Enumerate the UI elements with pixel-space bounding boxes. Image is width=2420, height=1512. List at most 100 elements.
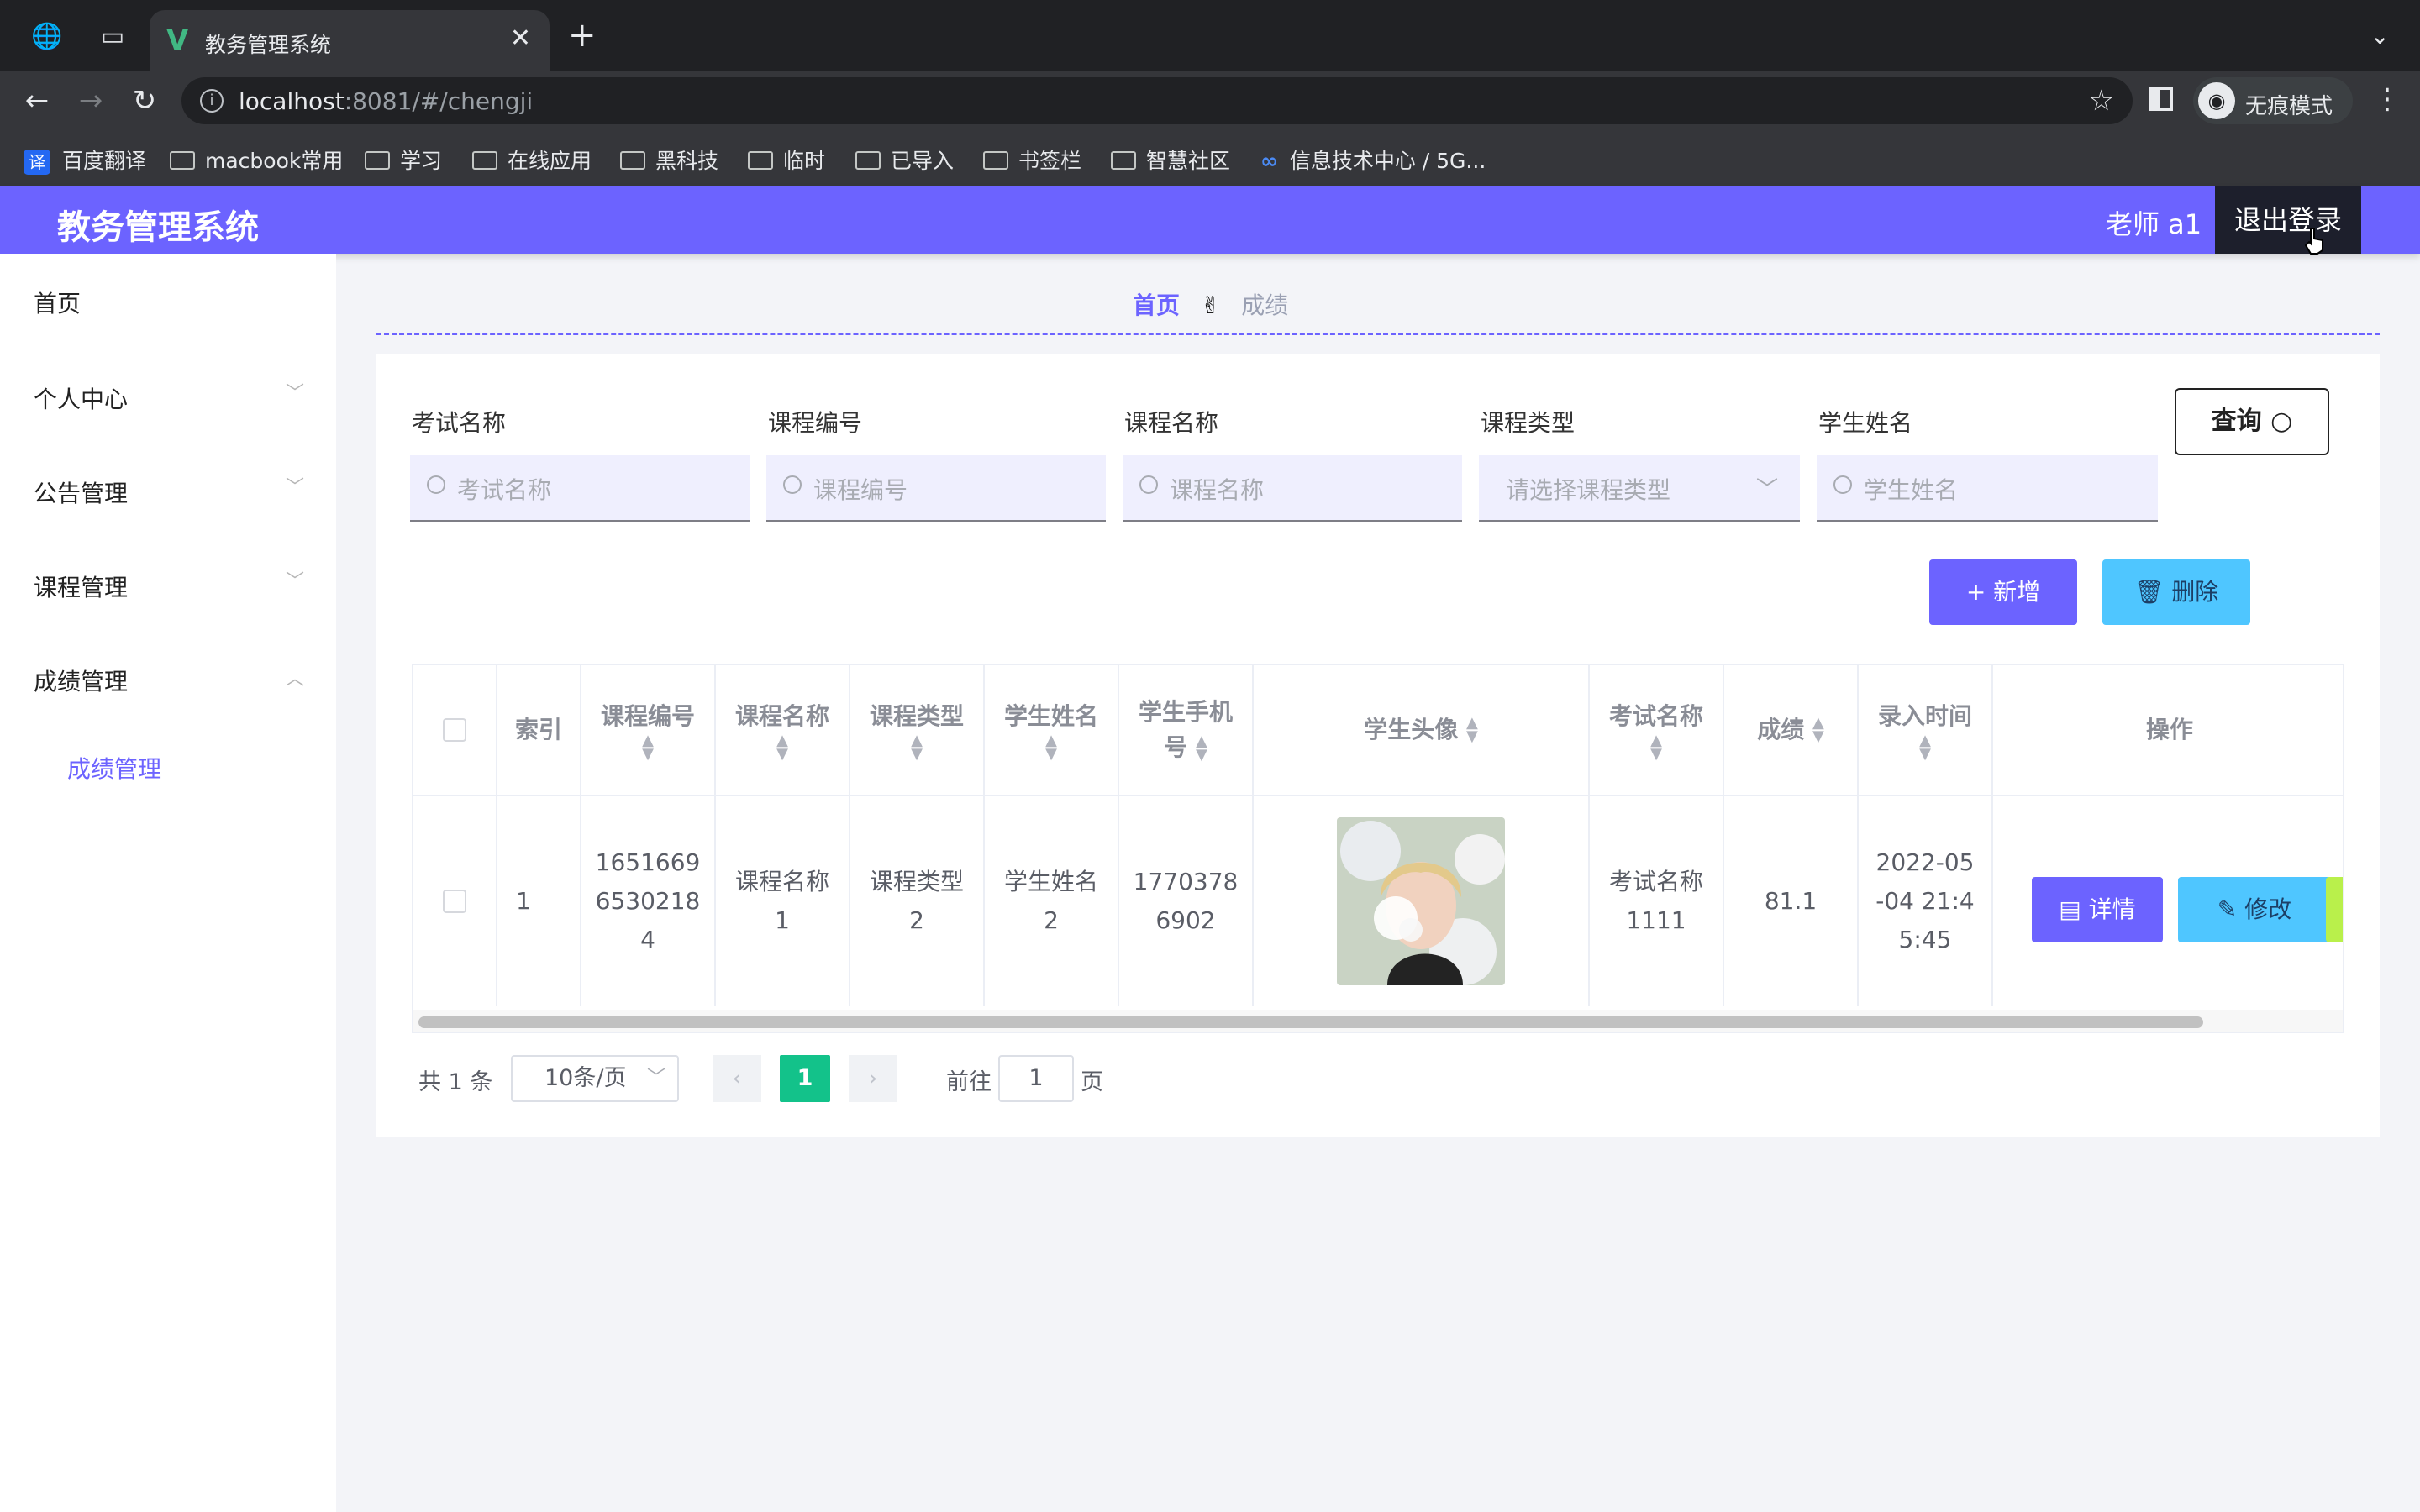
breadcrumb: 首页 ✌ 成绩 xyxy=(1133,287,1288,321)
sort-icon[interactable]: ▲ ▼ xyxy=(1919,733,1931,762)
sort-icon[interactable]: ▲ ▼ xyxy=(776,733,788,762)
course-code-input[interactable]: 课程编号 xyxy=(766,455,1106,522)
course-type-select[interactable]: 请选择课程类型 ﹀ xyxy=(1479,455,1800,522)
next-page-button[interactable]: › xyxy=(849,1055,897,1102)
horizontal-scrollbar[interactable] xyxy=(413,1010,2343,1032)
bookmark-folder[interactable]: 学习 xyxy=(365,144,442,175)
cell-exam-name: 考试名称 1111 xyxy=(1590,796,1724,1006)
victory-hand-icon: ✌ xyxy=(1200,291,1221,319)
page-size-select[interactable]: 10条/页 ﹀ xyxy=(511,1055,679,1102)
cell-index: 1 xyxy=(497,796,581,1006)
sort-icon[interactable]: ▲ ▼ xyxy=(1650,733,1662,762)
pencil-icon: ✎ xyxy=(2217,895,2238,923)
breadcrumb-home[interactable]: 首页 xyxy=(1133,291,1180,319)
query-button[interactable]: 查询 ○ xyxy=(2175,388,2329,455)
goto-page-input[interactable]: 1 xyxy=(998,1055,1074,1102)
sidebar-item-home[interactable]: 首页 xyxy=(34,286,81,319)
sort-icon[interactable]: ▲ ▼ xyxy=(1466,716,1478,744)
cell-avatar xyxy=(1254,796,1590,1006)
sort-icon[interactable]: ▲ ▼ xyxy=(911,733,923,762)
course-name-label: 课程名称 xyxy=(1124,409,1219,437)
sort-icon[interactable]: ▲ ▼ xyxy=(1045,733,1057,762)
header-course-type[interactable]: 课程类型 ▲ ▼ xyxy=(850,665,985,796)
search-icon: ○ xyxy=(2270,407,2293,436)
new-tab-icon[interactable]: + xyxy=(568,18,597,52)
infinity-icon: ∞ xyxy=(1260,149,1278,173)
student-name-input[interactable]: 学生姓名 xyxy=(1817,455,2158,522)
incognito-label: 无痕模式 xyxy=(2245,94,2333,119)
bookmark-folder[interactable]: 书签栏 xyxy=(983,144,1081,175)
side-panel-icon[interactable] xyxy=(2149,87,2173,111)
sort-icon[interactable]: ▲ ▼ xyxy=(1196,734,1207,763)
sidebar-item-notices[interactable]: 公告管理 xyxy=(34,475,128,509)
header-exam-name[interactable]: 考试名称 ▲ ▼ xyxy=(1590,665,1724,796)
header-course-name[interactable]: 课程名称 ▲ ▼ xyxy=(716,665,850,796)
sidebar-item-grades[interactable]: 成绩管理 xyxy=(34,664,128,697)
cell-course-name: 课程名称 1 xyxy=(716,796,850,1006)
prev-page-button[interactable]: ‹ xyxy=(713,1055,761,1102)
header-avatar[interactable]: 学生头像 ▲ ▼ xyxy=(1254,665,1590,796)
tab-active[interactable]: V 教务管理系统 ✕ xyxy=(150,10,550,71)
app-header: 教务管理系统 老师 a1 退出登录 xyxy=(0,186,2420,254)
cell-student-phone: 1770378 6902 xyxy=(1119,796,1254,1006)
bookmark-folder[interactable]: 在线应用 xyxy=(472,144,592,175)
sort-icon[interactable]: ▲ ▼ xyxy=(1812,716,1824,744)
header-score[interactable]: 成绩 ▲ ▼ xyxy=(1724,665,1859,796)
menu-kebab-icon[interactable]: ⋮ xyxy=(2373,82,2402,116)
close-tab-icon[interactable]: ✕ xyxy=(510,24,531,53)
tab-strip: 🌐 ▭ V 教务管理系统 ✕ + ⌄ xyxy=(0,0,2420,71)
scrollbar-thumb[interactable] xyxy=(418,1016,2203,1028)
tab-search-chevron-icon[interactable]: ⌄ xyxy=(2370,22,2390,50)
course-code-label: 课程编号 xyxy=(768,409,863,437)
folder-icon xyxy=(472,151,497,170)
student-avatar-image[interactable] xyxy=(1337,817,1505,985)
bookmark-link[interactable]: ∞ 信息技术中心 / 5G... xyxy=(1260,144,1486,175)
bookmark-baidu[interactable]: 译百度翻译 xyxy=(24,144,146,175)
browser-toolbar: ← → ↻ i localhost:8081/#/chengji ☆ ◉ 无痕模… xyxy=(0,71,2420,131)
forward-icon[interactable]: → xyxy=(72,84,109,118)
sidebar-item-profile[interactable]: 个人中心 xyxy=(34,381,128,415)
detail-button[interactable]: ▤ 详情 xyxy=(2032,877,2163,942)
sort-icon[interactable]: ▲ ▼ xyxy=(642,733,654,762)
globe-icon[interactable]: 🌐 xyxy=(30,20,64,54)
student-name-label: 学生姓名 xyxy=(1818,409,1913,437)
bookmark-folder[interactable]: 已导入 xyxy=(855,144,954,175)
course-name-input[interactable]: 课程名称 xyxy=(1123,455,1462,522)
cell-course-type: 课程类型 2 xyxy=(850,796,985,1006)
site-info-icon[interactable]: i xyxy=(200,89,224,113)
row-checkbox[interactable] xyxy=(443,890,466,913)
page-unit-label: 页 xyxy=(1081,1069,1103,1095)
bookmark-folder[interactable]: 黑科技 xyxy=(620,144,718,175)
bookmark-star-icon[interactable]: ☆ xyxy=(2089,84,2114,118)
reload-icon[interactable]: ↻ xyxy=(126,84,163,118)
bookmark-folder[interactable]: 智慧社区 xyxy=(1111,144,1230,175)
bookmarks-bar: 译百度翻译 macbook常用 学习 在线应用 黑科技 临时 已导入 书签栏 智… xyxy=(0,131,2420,186)
sidebar-subitem-grades[interactable]: 成绩管理 xyxy=(67,751,161,785)
header-entry-time[interactable]: 录入时间 ▲ ▼ xyxy=(1859,665,1993,796)
user-label: 老师 a1 xyxy=(2106,208,2202,240)
header-student-name[interactable]: 学生姓名 ▲ ▼ xyxy=(985,665,1119,796)
delete-button[interactable]: 🗑 删除 xyxy=(2102,559,2250,625)
header-student-phone[interactable]: 学生手机号 ▲ ▼ xyxy=(1119,665,1254,796)
more-action-button[interactable] xyxy=(2326,877,2343,942)
bookmark-folder[interactable]: 临时 xyxy=(748,144,825,175)
page-number-current[interactable]: 1 xyxy=(780,1055,830,1102)
grades-table: 索引 课程编号 ▲ ▼ 课程名称 ▲ ▼ 课程类型 ▲ ▼ 学生姓名 ▲ ▼ 学生手机号 ▲ ▼ … xyxy=(412,664,2344,1033)
course-type-label: 课程类型 xyxy=(1481,409,1576,437)
header-course-code[interactable]: 课程编号 ▲ ▼ xyxy=(581,665,716,796)
chevron-down-icon: ﹀ xyxy=(286,383,305,404)
logout-button[interactable]: 退出登录 xyxy=(2215,186,2361,254)
incognito-badge[interactable]: ◉ 无痕模式 xyxy=(2193,77,2353,124)
header-operations: 操作 xyxy=(1993,665,2343,796)
bookmark-folder[interactable]: macbook常用 xyxy=(170,144,343,175)
back-icon[interactable]: ← xyxy=(18,84,55,118)
sidebar-item-courses[interactable]: 课程管理 xyxy=(34,570,128,603)
sidebar: 首页 个人中心 ﹀ 公告管理 ﹀ 课程管理 ﹀ 成绩管理 ︿ 成绩管理 xyxy=(0,254,336,1512)
url-text[interactable]: localhost:8081/#/chengji xyxy=(239,87,533,115)
select-all-checkbox[interactable] xyxy=(443,718,466,742)
address-bar[interactable]: i localhost:8081/#/chengji ☆ xyxy=(182,77,2133,124)
tab-grid-icon[interactable]: ▭ xyxy=(96,20,129,54)
exam-name-input[interactable]: 考试名称 xyxy=(410,455,750,522)
add-button[interactable]: + 新增 xyxy=(1929,559,2077,625)
edit-button[interactable]: ✎ 修改 xyxy=(2178,877,2331,942)
